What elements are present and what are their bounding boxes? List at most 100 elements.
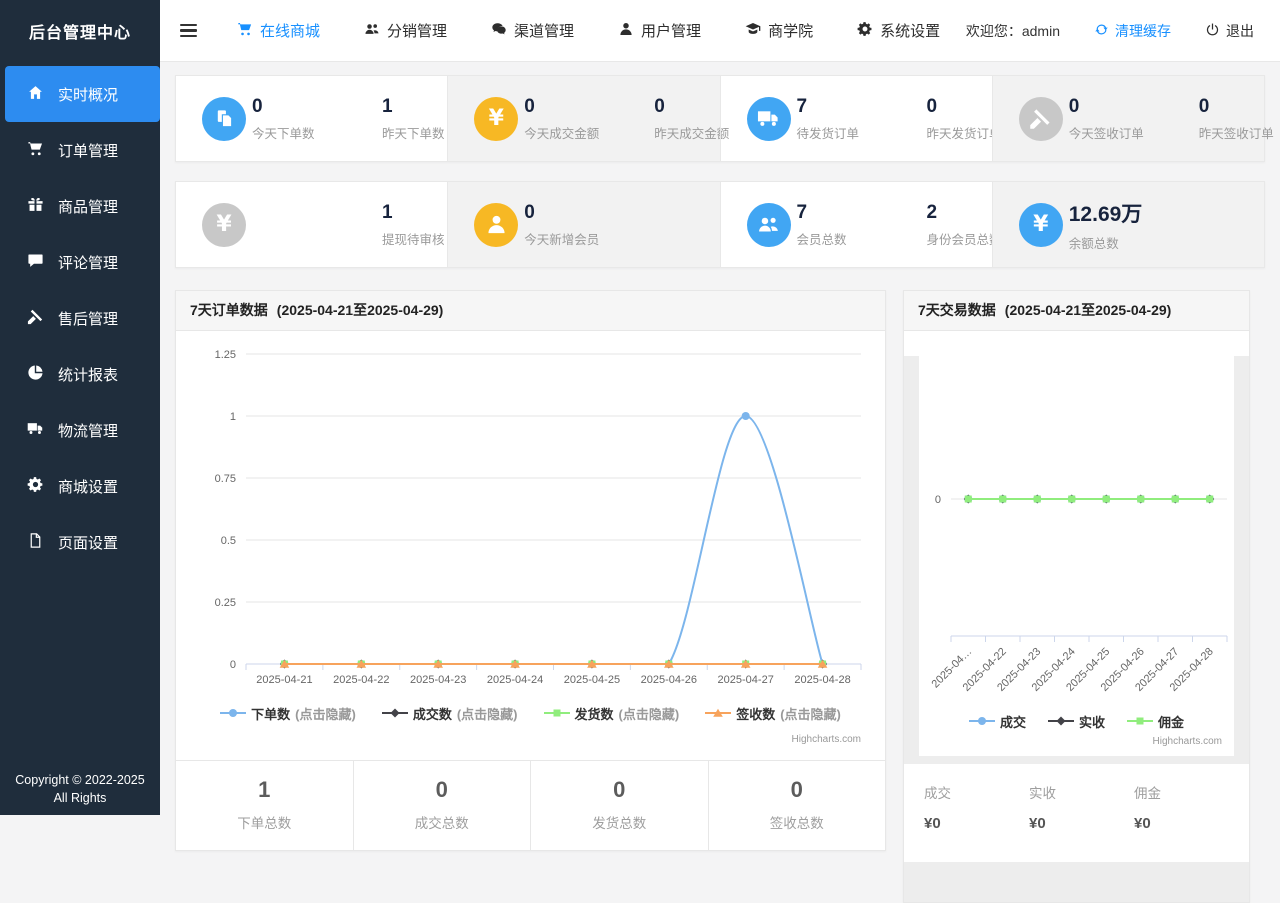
svg-text:2025-04-28: 2025-04-28: [794, 674, 850, 686]
stat-number: 7: [797, 96, 927, 118]
nav-label: 用户管理: [641, 20, 701, 41]
sidebar-item-comment[interactable]: 评论管理: [0, 234, 160, 290]
topnav-item-cart[interactable]: 在线商城: [237, 20, 320, 41]
pie-icon: [27, 364, 44, 385]
legend-item-佣金[interactable]: 佣金: [1127, 712, 1184, 731]
grad-icon: [745, 21, 761, 41]
trade-summary-label: 实收: [1029, 782, 1134, 802]
nav-label: 在线商城: [260, 20, 320, 41]
power-icon: [1205, 22, 1220, 40]
orders-line-chart: 00.250.50.7511.252025-04-212025-04-22202…: [176, 331, 885, 701]
sidebar-item-gift[interactable]: 商品管理: [0, 178, 160, 234]
top-navigation: 在线商城 分销管理 渠道管理 用户管理 商学院 系统设置 欢迎您：admin 清…: [160, 0, 1280, 62]
gear-icon: [27, 476, 44, 497]
copyright-line1: Copyright © 2022-2025: [0, 772, 160, 790]
order-total-number: 1: [176, 777, 353, 803]
order-total: 0 签收总数: [708, 761, 886, 850]
legend-name: 下单数: [251, 704, 290, 723]
sidebar-item-cart[interactable]: 订单管理: [0, 122, 160, 178]
orders-chart-body: 00.250.50.7511.252025-04-212025-04-22202…: [176, 331, 885, 747]
sidebar-item-home[interactable]: 实时概况: [5, 66, 160, 122]
order-total: 0 成交总数: [353, 761, 531, 850]
stat-label: 今天签收订单: [1069, 123, 1199, 142]
legend-suffix: (点击隐藏): [780, 704, 841, 723]
trades-chart-body: 02025-04…2025-04-222025-04-232025-04-242…: [904, 356, 1249, 902]
documents-icon: [202, 97, 246, 141]
trade-summary-value: ¥0: [924, 815, 1029, 832]
home-icon: [27, 84, 44, 105]
stat-card: ¥ 0 今天成交金额 0 昨天成交金额: [447, 76, 719, 161]
topbar-right: 欢迎您：admin 清理缓存 退出: [966, 21, 1254, 41]
order-total-number: 0: [354, 777, 531, 803]
comment-icon: [27, 252, 44, 273]
yen-icon: ¥: [474, 97, 518, 141]
sidebar-item-file[interactable]: 页面设置: [0, 514, 160, 570]
stat-columns: 0 今天新增会员: [524, 202, 654, 248]
legend-item-成交数[interactable]: 成交数 (点击隐藏): [382, 704, 518, 723]
trade-summary: 佣金 ¥0: [1134, 782, 1239, 832]
svg-text:0.75: 0.75: [215, 473, 236, 485]
svg-text:2025-04-22: 2025-04-22: [333, 674, 389, 686]
svg-text:2025-04-27: 2025-04-27: [718, 674, 774, 686]
stat-value: 7 会员总数: [797, 202, 927, 248]
stat-card: 0 今天签收订单 0 昨天签收订单: [992, 76, 1264, 161]
stat-label: 待发货订单: [797, 123, 927, 142]
legend-name: 佣金: [1158, 712, 1184, 731]
clear-cache-button[interactable]: 清理缓存: [1094, 21, 1171, 41]
sidebar-item-gavel[interactable]: 售后管理: [0, 290, 160, 346]
sidebar-label: 评论管理: [58, 252, 118, 273]
nav-label: 商学院: [768, 20, 813, 41]
stat-card: ¥ 1 提现待审核: [176, 182, 447, 267]
order-total-number: 0: [531, 777, 708, 803]
stat-number: 0: [524, 202, 654, 224]
stat-number: 7: [797, 202, 927, 224]
order-total-label: 成交总数: [354, 812, 531, 832]
orders-totals: 1 下单总数 0 成交总数 0 发货总数 0 签收总数: [176, 760, 885, 850]
legend-item-实收[interactable]: 实收: [1048, 712, 1105, 731]
trade-summary-value: ¥0: [1134, 815, 1239, 832]
svg-text:2025-04-24: 2025-04-24: [487, 674, 543, 686]
stat-label: 余额总数: [1069, 233, 1199, 252]
menu-toggle-icon[interactable]: [180, 24, 197, 37]
users-icon: [747, 203, 791, 247]
sidebar-label: 订单管理: [58, 140, 118, 161]
copyright: Copyright © 2022-2025 All Rights: [0, 772, 160, 807]
stat-value: 0 昨天签收订单: [1199, 96, 1280, 142]
legend-item-发货数[interactable]: 发货数 (点击隐藏): [544, 704, 680, 723]
trades-chart-card: 7天交易数据 (2025-04-21至2025-04-29) 02025-04…2…: [903, 290, 1250, 903]
clear-cache-label: 清理缓存: [1115, 21, 1171, 41]
sidebar-item-pie[interactable]: 统计报表: [0, 346, 160, 402]
stat-row: ¥ 1 提现待审核 0 今天新增会员 7 会员总数 2 身份会员总数 ¥ 12.…: [175, 181, 1265, 268]
trades-chart-title: 7天交易数据: [918, 302, 996, 318]
legend-item-签收数[interactable]: 签收数 (点击隐藏): [705, 704, 841, 723]
order-total: 1 下单总数: [176, 761, 353, 850]
trade-summary-label: 佣金: [1134, 782, 1239, 802]
trades-chart-range: (2025-04-21至2025-04-29): [1005, 302, 1172, 318]
nav-label: 渠道管理: [514, 20, 574, 41]
trades-summary: 成交 ¥0 实收 ¥0 佣金 ¥0: [904, 764, 1249, 862]
gavel-icon: [1019, 97, 1063, 141]
trades-chart-area: 02025-04…2025-04-222025-04-232025-04-242…: [919, 356, 1234, 756]
orders-chart-title: 7天订单数据: [190, 302, 268, 318]
legend-item-成交[interactable]: 成交: [969, 712, 1026, 731]
topnav-item-users[interactable]: 分销管理: [364, 20, 447, 41]
topnav-item-gear[interactable]: 系统设置: [857, 20, 940, 41]
sidebar-item-truck[interactable]: 物流管理: [0, 402, 160, 458]
sidebar-item-gear[interactable]: 商城设置: [0, 458, 160, 514]
yen-icon: ¥: [1019, 203, 1063, 247]
svg-text:2025-04-21: 2025-04-21: [256, 674, 312, 686]
topnav-item-user[interactable]: 用户管理: [618, 20, 701, 41]
cart-icon: [237, 21, 253, 41]
topnav-item-wechat[interactable]: 渠道管理: [491, 20, 574, 41]
stat-columns: 0 今天签收订单 0 昨天签收订单: [1069, 96, 1280, 142]
legend-suffix: (点击隐藏): [619, 704, 680, 723]
svg-text:1: 1: [230, 411, 236, 423]
logout-button[interactable]: 退出: [1205, 21, 1254, 41]
stat-number: 0: [1199, 96, 1280, 118]
stat-value: 0 今天成交金额: [524, 96, 654, 142]
svg-text:0: 0: [230, 659, 236, 671]
topnav-item-grad[interactable]: 商学院: [745, 20, 813, 41]
legend-item-下单数[interactable]: 下单数 (点击隐藏): [220, 704, 356, 723]
trade-summary: 实收 ¥0: [1029, 782, 1134, 832]
legend-suffix: (点击隐藏): [295, 704, 356, 723]
